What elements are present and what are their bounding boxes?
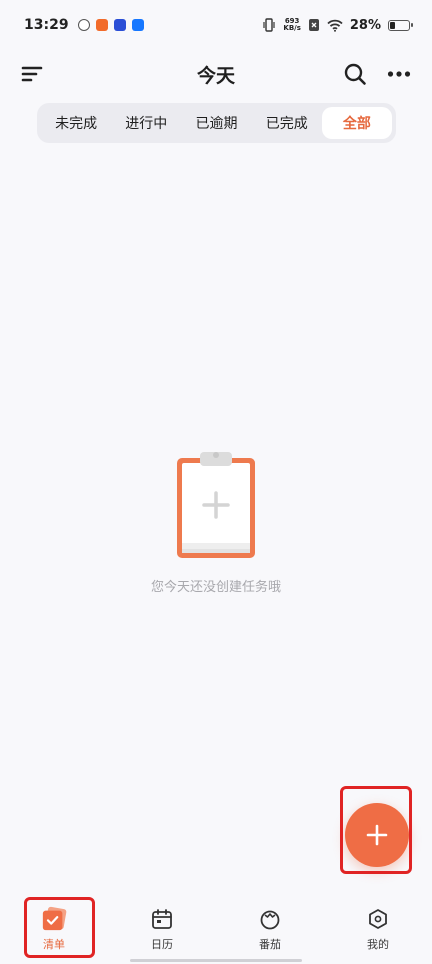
search-icon[interactable] xyxy=(341,60,369,88)
tab-all[interactable]: 全部 xyxy=(321,107,393,139)
no-sim-icon xyxy=(308,19,319,31)
status-time: 13:29 xyxy=(24,17,69,33)
net-speed-unit: KB/s xyxy=(283,24,301,32)
page-title: 今天 xyxy=(196,64,235,87)
empty-message: 您今天还没创建任务哦 xyxy=(150,580,281,595)
plus-icon xyxy=(366,824,388,846)
vibrate-icon xyxy=(263,18,275,32)
status-left: 13:29 xyxy=(24,17,144,33)
bottom-nav: 清单 日历 番茄 我的 xyxy=(0,894,432,964)
profile-hexagon-icon xyxy=(365,906,391,932)
app-notification-icon xyxy=(77,19,90,31)
battery-percent: 28% xyxy=(349,17,381,33)
tab-overdue[interactable]: 已逾期 xyxy=(181,107,251,139)
calendar-icon xyxy=(149,906,175,932)
tab-completed[interactable]: 已完成 xyxy=(252,107,322,139)
sort-lines-icon[interactable] xyxy=(18,60,46,88)
add-task-button[interactable] xyxy=(345,803,409,867)
nav-label-tomato: 番茄 xyxy=(259,938,281,951)
clipboard-plus-icon xyxy=(177,452,255,558)
tab-incomplete[interactable]: 未完成 xyxy=(41,107,111,139)
nav-label-checklist: 清单 xyxy=(43,938,65,951)
empty-state: 您今天还没创建任务哦 xyxy=(0,450,432,595)
wifi-icon xyxy=(327,19,343,32)
nav-label-profile: 我的 xyxy=(367,938,389,951)
app-notification-icon xyxy=(131,19,144,31)
home-indicator xyxy=(130,959,302,962)
nav-item-tomato[interactable]: 番茄 xyxy=(216,894,324,964)
header: 今天 xyxy=(0,52,432,96)
filter-tab-bar: 未完成 进行中 已逾期 已完成 全部 xyxy=(37,103,396,143)
nav-item-profile[interactable]: 我的 xyxy=(324,894,432,964)
net-speed: 693 KB/s xyxy=(283,18,300,32)
nav-item-calendar[interactable]: 日历 xyxy=(108,894,216,964)
battery-icon xyxy=(388,19,413,31)
status-bar: 13:29 693 KB/s 28% xyxy=(0,0,432,50)
tomato-icon xyxy=(257,906,283,932)
tab-in-progress[interactable]: 进行中 xyxy=(111,107,181,139)
nav-item-checklist[interactable]: 清单 xyxy=(0,894,108,964)
status-right: 693 KB/s 28% xyxy=(262,17,413,33)
checklist-icon xyxy=(41,906,67,932)
app-notification-icon xyxy=(95,19,108,31)
app-notification-icon xyxy=(113,19,126,31)
nav-label-calendar: 日历 xyxy=(151,938,173,951)
more-dots-icon[interactable] xyxy=(385,60,413,88)
